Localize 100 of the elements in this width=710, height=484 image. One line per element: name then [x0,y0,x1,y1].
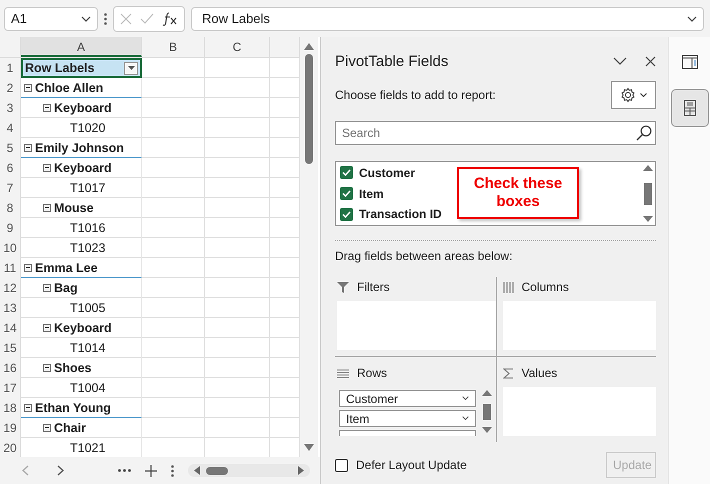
caret-icon [640,93,647,97]
empty-cell [205,298,270,318]
collapse-icon[interactable] [24,264,32,272]
scrollbar-thumb[interactable] [482,404,490,420]
collapse-icon[interactable] [43,364,51,372]
check-icon[interactable] [140,13,154,24]
add-sheet-icon[interactable] [145,464,157,476]
pivot-row-label: Emma Lee [35,260,98,274]
scroll-down-icon[interactable] [482,427,492,433]
empty-cell [205,258,270,278]
area-field-dropdown[interactable]: Item [339,410,476,427]
row-number: 18 [0,398,21,418]
collapse-icon[interactable] [43,284,51,292]
scrollbar-thumb[interactable] [305,54,313,164]
close-icon[interactable] [645,56,656,66]
more-sheets-icon[interactable] [118,469,131,472]
scroll-up-icon[interactable] [304,43,314,50]
scroll-up-icon[interactable] [643,165,653,171]
pivot-header-cell[interactable]: Row Labels [21,58,142,78]
defer-label: Defer Layout Update [356,458,467,472]
pivot-row-label: Emily Johnson [35,140,124,154]
pivot-row-label: Keyboard [54,160,112,174]
collapse-icon[interactable] [43,204,51,212]
horizontal-scrollbar[interactable] [188,464,310,477]
formula-field[interactable]: Row Labels [191,6,704,30]
checkmark-icon [342,190,351,197]
field-checkbox[interactable] [340,166,353,180]
defer-checkbox[interactable] [335,458,348,472]
drop-area[interactable]: Customer Item [337,387,496,436]
settings-button[interactable] [611,81,656,109]
row-number: 3 [0,98,21,118]
pivot-row-label: Ethan Young [35,400,111,414]
field-checkbox[interactable] [340,208,353,221]
row-number: 9 [0,218,21,238]
row-number: 17 [0,378,21,398]
pivot-row-label: T1005 [70,300,106,314]
row-number: 11 [0,258,21,278]
empty-cell [205,378,270,398]
empty-cell [205,278,270,298]
chevron-down-icon [462,396,468,401]
function-icon[interactable] [162,12,178,26]
pivot-row-label: Keyboard [54,100,112,114]
field-label: Transaction ID [359,207,442,222]
scroll-down-icon[interactable] [304,444,314,451]
pivot-row-label: Keyboard [54,320,112,334]
empty-cell [205,338,270,358]
collapse-icon[interactable] [24,144,32,152]
filter-dropdown-button[interactable] [124,62,138,74]
row-number: 10 [0,238,21,258]
collapse-icon[interactable] [43,104,51,112]
scroll-up-icon[interactable] [482,390,492,396]
next-sheet-icon[interactable] [57,465,64,476]
more-options-icon[interactable] [171,464,174,476]
row-number: 1 [0,58,21,78]
empty-cell [205,158,270,178]
pivot-row-label: Shoes [54,360,92,374]
field-checkbox[interactable] [340,187,353,200]
empty-cell [205,398,270,418]
checkmark-icon [342,210,351,218]
chevron-down-icon[interactable] [613,57,627,65]
pivot-row-label: T1014 [70,340,106,354]
collapse-icon[interactable] [24,84,32,92]
gear-icon [620,87,636,103]
column-header[interactable]: B [142,37,205,57]
scroll-right-icon[interactable] [298,466,304,475]
pivot-row-label: T1021 [70,440,106,454]
collapse-icon[interactable] [43,424,51,432]
field-label: Customer [359,166,416,180]
row-number: 7 [0,178,21,198]
collapse-icon[interactable] [24,404,32,412]
empty-cell [205,238,270,258]
checkmark-icon [342,169,351,176]
empty-cell [205,198,270,218]
pivot-row-label: Chloe Allen [35,80,104,94]
scroll-left-icon[interactable] [194,466,200,475]
empty-cell [205,178,270,198]
field-label: Item [359,186,384,200]
area-field-dropdown[interactable]: Customer [339,390,476,407]
row-number: 16 [0,358,21,378]
chevron-down-icon [462,416,468,421]
search-field[interactable]: Search [335,121,656,145]
empty-cell [205,78,270,98]
row-number: 13 [0,298,21,318]
more-options-icon[interactable] [104,12,107,24]
row-number: 15 [0,338,21,358]
column-header[interactable]: A [21,37,142,57]
row-number: 19 [0,418,21,438]
caret-icon [128,66,134,70]
collapse-icon[interactable] [43,324,51,332]
chevron-down-icon [687,16,697,22]
field-list-button[interactable] [670,89,708,127]
name-box[interactable]: A1 [4,6,98,30]
row-number: 12 [0,278,21,298]
columns-icon [502,282,514,292]
collapse-icon[interactable] [43,164,51,172]
pivot-row-label: T1016 [70,220,106,234]
scrollbar-thumb[interactable] [206,466,228,474]
scrollbar-thumb[interactable] [644,182,652,204]
column-header[interactable]: C [205,37,270,57]
scroll-down-icon[interactable] [643,216,653,222]
